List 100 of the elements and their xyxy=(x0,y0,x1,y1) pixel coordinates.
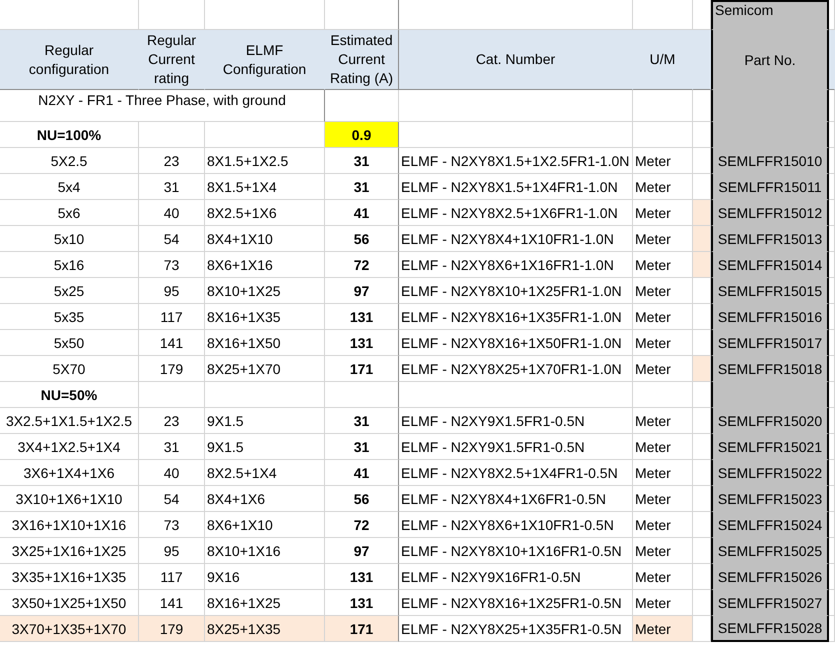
table-cell: 31 xyxy=(325,174,399,200)
table-cell: 97 xyxy=(325,538,399,564)
column-header: Estimated Current Rating (A) xyxy=(325,30,399,90)
table-cell: 5x25 xyxy=(0,278,139,304)
table-cell: ELMF - N2XY8X1.5+1X2.5FR1-1.0N xyxy=(399,148,633,174)
table-cell: SEMLFFR15028 xyxy=(711,616,829,642)
table-cell: ELMF - N2XY8X6+1X10FR1-0.5N xyxy=(399,512,633,538)
table-cell: 31 xyxy=(139,434,205,460)
table-cell: SEMLFFR15016 xyxy=(711,304,829,330)
table-cell: 5X70 xyxy=(0,356,139,382)
table-cell: 179 xyxy=(139,356,205,382)
table-cell: 131 xyxy=(325,590,399,616)
table-cell: 3X16+1X10+1X16 xyxy=(0,512,139,538)
table-cell: 8X1.5+1X2.5 xyxy=(205,148,325,174)
table-cell: 3X2.5+1X1.5+1X2.5 xyxy=(0,408,139,434)
table-cell: Meter xyxy=(633,408,693,434)
table-cell: 23 xyxy=(139,408,205,434)
table-cell: 131 xyxy=(325,330,399,356)
table-cell: 54 xyxy=(139,226,205,252)
table-cell: 3X35+1X16+1X35 xyxy=(0,564,139,590)
table-cell: 117 xyxy=(139,304,205,330)
column-header: Cat. Number xyxy=(399,30,633,90)
table-cell: 8X25+1X35 xyxy=(205,616,325,642)
table-cell: 95 xyxy=(139,278,205,304)
table-cell: 179 xyxy=(139,616,205,642)
table-cell: 8X4+1X6 xyxy=(205,486,325,512)
table-cell: 8X6+1X10 xyxy=(205,512,325,538)
table-cell: 5x6 xyxy=(0,200,139,226)
table-cell: 8X4+1X10 xyxy=(205,226,325,252)
table-cell: Meter xyxy=(633,590,693,616)
table-cell: 73 xyxy=(139,252,205,278)
table-cell: 141 xyxy=(139,330,205,356)
table-cell: 40 xyxy=(139,200,205,226)
table-cell: 8X2.5+1X4 xyxy=(205,460,325,486)
table-cell: ELMF - N2XY9X1.5FR1-0.5N xyxy=(399,434,633,460)
table-cell: Meter xyxy=(633,148,693,174)
table-cell: 3X50+1X25+1X50 xyxy=(0,590,139,616)
table-cell: 41 xyxy=(325,200,399,226)
table-cell: 73 xyxy=(139,512,205,538)
table-cell: 23 xyxy=(139,148,205,174)
table-cell: SEMLFFR15012 xyxy=(711,200,829,226)
table-cell: ELMF - N2XY8X10+1X25FR1-1.0N xyxy=(399,278,633,304)
table-cell: 5X2.5 xyxy=(0,148,139,174)
column-header: Regular configuration xyxy=(0,30,139,90)
table-cell: 3X4+1X2.5+1X4 xyxy=(0,434,139,460)
table-cell: Meter xyxy=(633,486,693,512)
table-cell: 97 xyxy=(325,278,399,304)
table-cell: SEMLFFR15017 xyxy=(711,330,829,356)
table-cell: 9X1.5 xyxy=(205,434,325,460)
table-cell: 141 xyxy=(139,590,205,616)
table-cell: 8X25+1X70 xyxy=(205,356,325,382)
table-cell: 54 xyxy=(139,486,205,512)
table-cell: 5x4 xyxy=(0,174,139,200)
sheet-title: N2XY - FR1 - Three Phase, with ground xyxy=(0,90,325,122)
table-cell: 95 xyxy=(139,538,205,564)
table-cell: 3X25+1X16+1X25 xyxy=(0,538,139,564)
table-cell: 171 xyxy=(325,616,399,642)
table-cell: 5x10 xyxy=(0,226,139,252)
table-cell: 3X10+1X6+1X10 xyxy=(0,486,139,512)
column-header: Part No. xyxy=(711,30,829,90)
column-note: Semicom xyxy=(711,0,829,30)
table-cell: 5x50 xyxy=(0,330,139,356)
table-cell: SEMLFFR15025 xyxy=(711,538,829,564)
table-cell: SEMLFFR15024 xyxy=(711,512,829,538)
table-cell: SEMLFFR15026 xyxy=(711,564,829,590)
table-cell: ELMF - N2XY8X4+1X6FR1-0.5N xyxy=(399,486,633,512)
table-cell: ELMF - N2XY8X25+1X35FR1-0.5N xyxy=(399,616,633,642)
table-cell: SEMLFFR15027 xyxy=(711,590,829,616)
table-cell: ELMF - N2XY8X10+1X16FR1-0.5N xyxy=(399,538,633,564)
table-cell: SEMLFFR15023 xyxy=(711,486,829,512)
table-cell: Meter xyxy=(633,200,693,226)
table-cell: 31 xyxy=(139,174,205,200)
table-cell: 9X1.5 xyxy=(205,408,325,434)
column-header: Regular Current rating xyxy=(139,30,205,90)
table-cell: ELMF - N2XY9X16FR1-0.5N xyxy=(399,564,633,590)
table-cell: Meter xyxy=(633,330,693,356)
table-cell: Meter xyxy=(633,538,693,564)
table-cell: SEMLFFR15015 xyxy=(711,278,829,304)
table-cell: ELMF - N2XY8X16+1X25FR1-0.5N xyxy=(399,590,633,616)
table-cell: SEMLFFR15022 xyxy=(711,460,829,486)
table-cell: 5x16 xyxy=(0,252,139,278)
table-cell: Meter xyxy=(633,564,693,590)
table-cell: 40 xyxy=(139,460,205,486)
table-cell: 171 xyxy=(325,356,399,382)
table-cell: Meter xyxy=(633,252,693,278)
table-cell: Meter xyxy=(633,304,693,330)
table-cell: ELMF - N2XY8X16+1X50FR1-1.0N xyxy=(399,330,633,356)
column-header: ELMF Configuration xyxy=(205,30,325,90)
table-cell: ELMF - N2XY8X16+1X35FR1-1.0N xyxy=(399,304,633,330)
table-cell: 8X16+1X35 xyxy=(205,304,325,330)
table-cell: Meter xyxy=(633,278,693,304)
table-cell: 117 xyxy=(139,564,205,590)
table-cell: Meter xyxy=(633,226,693,252)
table-cell: SEMLFFR15013 xyxy=(711,226,829,252)
table-cell: Meter xyxy=(633,174,693,200)
table-cell: 131 xyxy=(325,564,399,590)
table-cell: 9X16 xyxy=(205,564,325,590)
table-cell: ELMF - N2XY8X2.5+1X6FR1-1.0N xyxy=(399,200,633,226)
table-cell: ELMF - N2XY9X1.5FR1-0.5N xyxy=(399,408,633,434)
table-cell: 31 xyxy=(325,148,399,174)
